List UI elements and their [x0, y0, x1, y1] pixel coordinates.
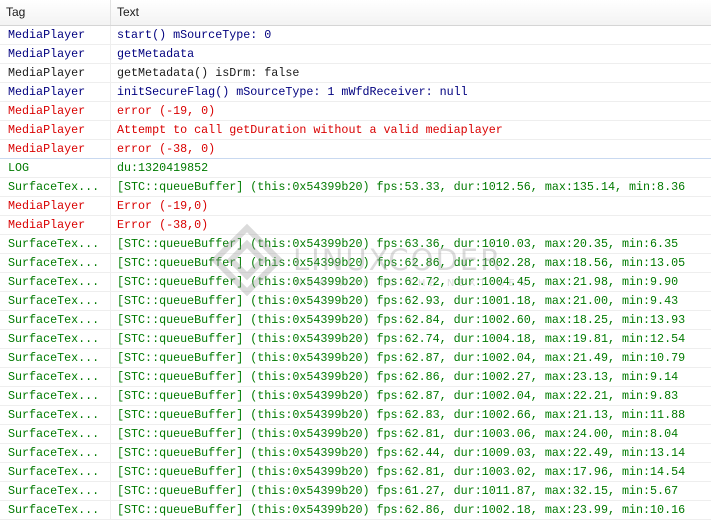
row-tag: SurfaceTex... — [0, 311, 111, 329]
row-text: error (-19, 0) — [117, 104, 216, 118]
row-text: Attempt to call getDuration without a va… — [117, 123, 503, 137]
row-text: [STC::queueBuffer] (this:0x54399b20) fps… — [117, 275, 679, 289]
row-text: initSecureFlag() mSourceType: 1 mWfdRece… — [117, 85, 468, 99]
row-text: [STC::queueBuffer] (this:0x54399b20) fps… — [117, 256, 686, 270]
table-row[interactable]: SurfaceTex... [STC::queueBuffer] (this:0x… — [0, 330, 711, 349]
table-row[interactable]: SurfaceTex... [STC::queueBuffer] (this:0x… — [0, 501, 711, 520]
row-tag: SurfaceTex... — [0, 273, 111, 291]
row-text: [STC::queueBuffer] (this:0x54399b20) fps… — [117, 389, 679, 403]
row-tag: MediaPlayer — [0, 216, 111, 234]
table-row[interactable]: SurfaceTex... [STC::queueBuffer] (this:0x… — [0, 368, 711, 387]
table-row[interactable]: SurfaceTex... [STC::queueBuffer] (this:0x… — [0, 425, 711, 444]
table-row[interactable]: MediaPlayer Error (-19,0) — [0, 197, 711, 216]
row-tag: SurfaceTex... — [0, 254, 111, 272]
row-tag: SurfaceTex... — [0, 406, 111, 424]
row-text: [STC::queueBuffer] (this:0x54399b20) fps… — [117, 408, 686, 422]
table-row[interactable]: SurfaceTex... [STC::queueBuffer] (this:0x… — [0, 292, 711, 311]
table-row[interactable]: MediaPlayer getMetadata — [0, 45, 711, 64]
row-text: [STC::queueBuffer] (this:0x54399b20) fps… — [117, 427, 679, 441]
row-text: [STC::queueBuffer] (this:0x54399b20) fps… — [117, 313, 686, 327]
column-header-text[interactable]: Text — [111, 0, 711, 25]
table-row[interactable]: MediaPlayer initSecureFlag() mSourceType:… — [0, 83, 711, 102]
table-row[interactable]: LOG du:1320419852 — [0, 159, 711, 178]
row-text: error (-38, 0) — [117, 142, 216, 156]
row-tag: MediaPlayer — [0, 102, 111, 120]
table-row[interactable]: SurfaceTex... [STC::queueBuffer] (this:0x… — [0, 444, 711, 463]
table-row[interactable]: MediaPlayer Attempt to call getDuration w… — [0, 121, 711, 140]
row-tag: SurfaceTex... — [0, 368, 111, 386]
table-row[interactable]: SurfaceTex... [STC::queueBuffer] (this:0x… — [0, 235, 711, 254]
table-row[interactable]: SurfaceTex... [STC::queueBuffer] (this:0x… — [0, 349, 711, 368]
row-tag: SurfaceTex... — [0, 235, 111, 253]
table-row[interactable]: MediaPlayer start() mSourceType: 0 — [0, 26, 711, 45]
row-tag: SurfaceTex... — [0, 292, 111, 310]
logcat-table: Tag Text MediaPlayer start() mSourceType:… — [0, 0, 711, 520]
row-tag: SurfaceTex... — [0, 178, 111, 196]
row-text: [STC::queueBuffer] (this:0x54399b20) fps… — [117, 465, 686, 479]
row-tag: MediaPlayer — [0, 26, 111, 44]
table-row[interactable]: SurfaceTex... [STC::queueBuffer] (this:0x… — [0, 387, 711, 406]
row-tag: LOG — [0, 159, 111, 177]
row-tag: MediaPlayer — [0, 64, 111, 82]
row-text: getMetadata — [117, 47, 195, 61]
row-tag: SurfaceTex... — [0, 349, 111, 367]
table-row[interactable]: SurfaceTex... [STC::queueBuffer] (this:0x… — [0, 254, 711, 273]
row-text: [STC::queueBuffer] (this:0x54399b20) fps… — [117, 332, 686, 346]
row-tag: MediaPlayer — [0, 197, 111, 215]
row-tag: MediaPlayer — [0, 140, 111, 158]
row-tag: MediaPlayer — [0, 121, 111, 139]
row-tag: SurfaceTex... — [0, 444, 111, 462]
row-text: [STC::queueBuffer] (this:0x54399b20) fps… — [117, 484, 679, 498]
table-row[interactable]: SurfaceTex... [STC::queueBuffer] (this:0x… — [0, 406, 711, 425]
row-text: [STC::queueBuffer] (this:0x54399b20) fps… — [117, 351, 686, 365]
table-row[interactable]: SurfaceTex... [STC::queueBuffer] (this:0x… — [0, 178, 711, 197]
row-tag: SurfaceTex... — [0, 463, 111, 481]
row-text: [STC::queueBuffer] (this:0x54399b20) fps… — [117, 294, 679, 308]
row-text: [STC::queueBuffer] (this:0x54399b20) fps… — [117, 503, 686, 517]
table-row[interactable]: SurfaceTex... [STC::queueBuffer] (this:0x… — [0, 311, 711, 330]
table-row[interactable]: SurfaceTex... [STC::queueBuffer] (this:0x… — [0, 482, 711, 501]
table-row[interactable]: SurfaceTex... [STC::queueBuffer] (this:0x… — [0, 273, 711, 292]
row-tag: SurfaceTex... — [0, 387, 111, 405]
row-tag: SurfaceTex... — [0, 482, 111, 500]
table-row[interactable]: SurfaceTex... [STC::queueBuffer] (this:0x… — [0, 463, 711, 482]
column-header-tag[interactable]: Tag — [0, 0, 111, 25]
row-text: [STC::queueBuffer] (this:0x54399b20) fps… — [117, 446, 686, 460]
table-row[interactable]: MediaPlayer getMetadata() isDrm: false — [0, 64, 711, 83]
row-tag: SurfaceTex... — [0, 501, 111, 519]
table-row[interactable]: MediaPlayer error (-19, 0) — [0, 102, 711, 121]
row-text: Error (-38,0) — [117, 218, 209, 232]
log-rows: MediaPlayer start() mSourceType: 0 MediaPl… — [0, 26, 711, 520]
row-text: [STC::queueBuffer] (this:0x54399b20) fps… — [117, 180, 686, 194]
row-tag: SurfaceTex... — [0, 330, 111, 348]
row-tag: SurfaceTex... — [0, 425, 111, 443]
table-row[interactable]: MediaPlayer Error (-38,0) — [0, 216, 711, 235]
row-text: du:1320419852 — [117, 161, 209, 175]
row-text: start() mSourceType: 0 — [117, 28, 272, 42]
row-text: [STC::queueBuffer] (this:0x54399b20) fps… — [117, 370, 679, 384]
row-text: getMetadata() isDrm: false — [117, 66, 300, 80]
row-text: Error (-19,0) — [117, 199, 209, 213]
row-text: [STC::queueBuffer] (this:0x54399b20) fps… — [117, 237, 679, 251]
table-header: Tag Text — [0, 0, 711, 26]
row-tag: MediaPlayer — [0, 45, 111, 63]
row-tag: MediaPlayer — [0, 83, 111, 101]
table-row[interactable]: MediaPlayer error (-38, 0) — [0, 140, 711, 159]
